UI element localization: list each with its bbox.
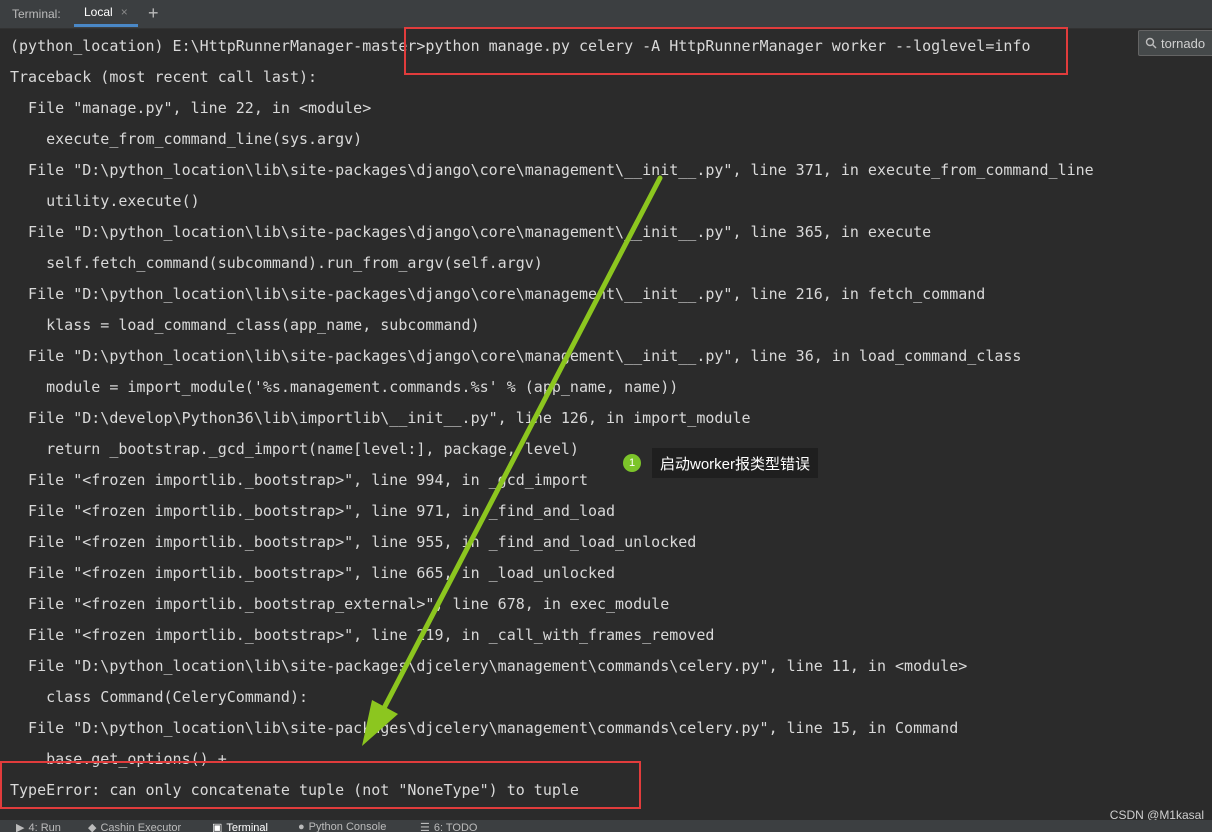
tab-local-label: Local bbox=[84, 5, 113, 19]
python-icon: ● bbox=[298, 821, 305, 832]
toolbar-terminal-label: Terminal bbox=[226, 821, 268, 832]
run-icon: ▶ bbox=[16, 822, 25, 832]
bottom-toolbar: ▶ 4: Run ◆ Cashin Executor ▣ Terminal ● … bbox=[0, 820, 1212, 832]
cashin-icon: ◆ bbox=[88, 822, 97, 832]
tab-local[interactable]: Local × bbox=[74, 0, 138, 27]
terminal-line: execute_from_command_line(sys.argv) bbox=[10, 130, 363, 148]
toolbar-python-console-label: Python Console bbox=[308, 821, 387, 832]
terminal-line: File "D:\python_location\lib\site-packag… bbox=[10, 347, 1022, 365]
terminal-line: utility.execute() bbox=[10, 192, 200, 210]
terminal-title: Terminal: bbox=[12, 7, 61, 21]
terminal-line: File "D:\python_location\lib\site-packag… bbox=[10, 223, 932, 241]
toolbar-todo[interactable]: ☰ 6: TODO bbox=[420, 821, 477, 832]
terminal-output[interactable]: (python_location) E:\HttpRunnerManager-m… bbox=[10, 35, 1200, 810]
terminal-line: File "D:\develop\Python36\lib\importlib\… bbox=[10, 409, 751, 427]
close-icon[interactable]: × bbox=[121, 5, 128, 19]
terminal-line: File "manage.py", line 22, in <module> bbox=[10, 99, 372, 117]
terminal-line: class Command(CeleryCommand): bbox=[10, 688, 309, 706]
toolbar-cashin-label: Cashin Executor bbox=[100, 821, 182, 832]
terminal-line: File "<frozen importlib._bootstrap>", li… bbox=[10, 533, 697, 551]
toolbar-todo-label: 6: TODO bbox=[433, 821, 478, 832]
todo-icon: ☰ bbox=[420, 822, 430, 832]
command-highlight-box bbox=[404, 27, 1068, 75]
error-highlight-box bbox=[0, 761, 641, 809]
terminal-line: File "D:\python_location\lib\site-packag… bbox=[10, 719, 959, 737]
callout-label: 启动worker报类型错误 bbox=[652, 448, 819, 478]
terminal-line: self.fetch_command(subcommand).run_from_… bbox=[10, 254, 543, 272]
terminal-line: File "D:\python_location\lib\site-packag… bbox=[10, 657, 968, 675]
toolbar-terminal[interactable]: ▣ Terminal bbox=[212, 821, 268, 832]
terminal-line: File "D:\python_location\lib\site-packag… bbox=[10, 161, 1094, 179]
terminal-line: File "<frozen importlib._bootstrap>", li… bbox=[10, 564, 616, 582]
terminal-line: File "<frozen importlib._bootstrap>", li… bbox=[10, 471, 588, 489]
terminal-line: klass = load_command_class(app_name, sub… bbox=[10, 316, 480, 334]
terminal-line: File "<frozen importlib._bootstrap_exter… bbox=[10, 595, 670, 613]
terminal-line: module = import_module('%s.management.co… bbox=[10, 378, 679, 396]
terminal-line: return _bootstrap._gcd_import(name[level… bbox=[10, 440, 579, 458]
terminal-line: File "<frozen importlib._bootstrap>", li… bbox=[10, 502, 616, 520]
add-tab-button[interactable]: + bbox=[148, 3, 159, 24]
terminal-icon: ▣ bbox=[212, 822, 223, 832]
toolbar-python-console[interactable]: ● Python Console bbox=[298, 821, 386, 832]
toolbar-cashin[interactable]: ◆ Cashin Executor bbox=[88, 821, 181, 832]
callout-number-badge: 1 bbox=[623, 454, 641, 472]
toolbar-run[interactable]: ▶ 4: Run bbox=[16, 821, 61, 832]
toolbar-run-label: 4: Run bbox=[28, 821, 61, 832]
terminal-line: File "D:\python_location\lib\site-packag… bbox=[10, 285, 986, 303]
terminal-tabbar: Terminal: Local × + bbox=[0, 0, 1212, 29]
terminal-line: File "<frozen importlib._bootstrap>", li… bbox=[10, 626, 715, 644]
